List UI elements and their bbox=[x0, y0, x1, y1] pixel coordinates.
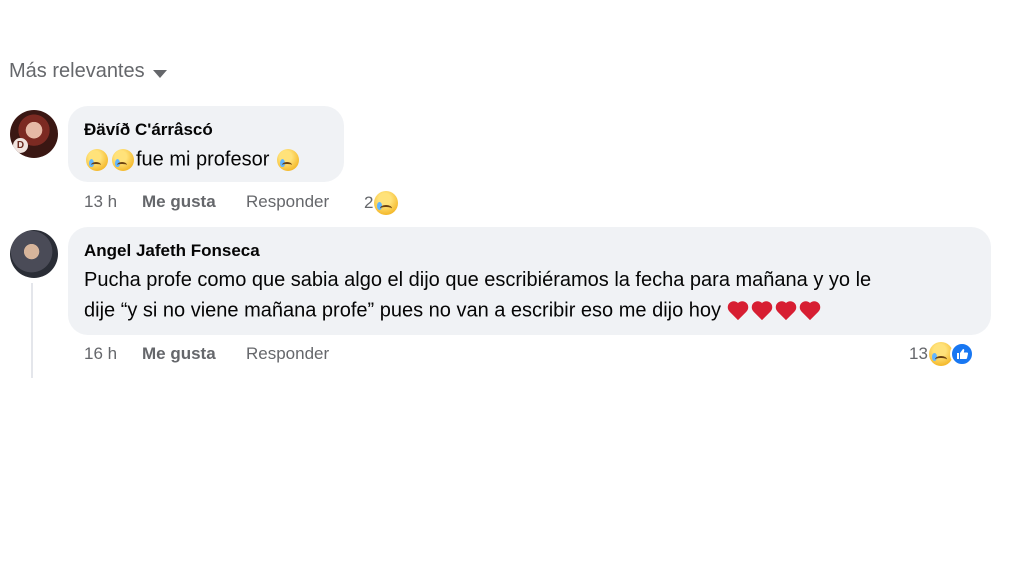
comment-text-content: fue mi profesor bbox=[136, 148, 270, 171]
avatar[interactable]: D bbox=[10, 110, 58, 158]
like-button[interactable]: Me gusta bbox=[142, 344, 246, 364]
comment-time[interactable]: 16 h bbox=[84, 344, 142, 364]
comment-text-line: dije “y si no viene mañana profe” pues n… bbox=[84, 299, 722, 322]
reaction-count: 13 bbox=[909, 344, 928, 363]
comment-author[interactable]: Angel Jafeth Fonseca bbox=[84, 241, 975, 261]
comment-actions: 13 h Me gusta Responder bbox=[84, 192, 329, 212]
comment-actions: 16 h Me gusta Responder bbox=[84, 344, 329, 364]
comment-author[interactable]: Ðävíð C'árrâscó bbox=[84, 120, 328, 140]
sort-dropdown[interactable]: Más relevantes bbox=[9, 60, 167, 83]
broken-heart-icon bbox=[800, 300, 822, 322]
avatar-initial: D bbox=[13, 138, 28, 153]
reaction-summary[interactable]: 2 bbox=[364, 191, 399, 215]
comment-text-line: Pucha profe como que sabia algo el dijo … bbox=[84, 269, 872, 291]
like-button[interactable]: Me gusta bbox=[142, 192, 246, 212]
avatar[interactable] bbox=[10, 230, 58, 278]
like-reaction-icon bbox=[949, 342, 974, 366]
thread-line bbox=[31, 283, 33, 378]
comment-bubble: Angel Jafeth Fonseca Pucha profe como qu… bbox=[68, 227, 991, 335]
reply-button[interactable]: Responder bbox=[246, 192, 329, 212]
broken-heart-icon bbox=[728, 300, 750, 322]
comment-text: fue mi profesor bbox=[84, 144, 328, 175]
sad-reaction-icon bbox=[374, 191, 399, 215]
reaction-count: 2 bbox=[364, 193, 374, 212]
crying-face-icon bbox=[86, 148, 108, 171]
comment-text: Pucha profe como que sabia algo el dijo … bbox=[84, 265, 975, 326]
broken-heart-icon bbox=[776, 300, 798, 322]
reply-button[interactable]: Responder bbox=[246, 344, 329, 364]
comment-text-line-wrap: dije “y si no viene mañana profe” pues n… bbox=[84, 295, 975, 326]
reaction-summary[interactable]: 13 bbox=[909, 342, 974, 366]
broken-heart-icon bbox=[752, 300, 774, 322]
sort-label: Más relevantes bbox=[9, 60, 145, 82]
comment-bubble: Ðävíð C'árrâscó fue mi profesor bbox=[68, 106, 344, 182]
crying-face-icon bbox=[276, 148, 299, 171]
crying-face-icon bbox=[112, 148, 134, 171]
comment-time[interactable]: 13 h bbox=[84, 192, 142, 212]
chevron-down-icon bbox=[152, 69, 167, 78]
